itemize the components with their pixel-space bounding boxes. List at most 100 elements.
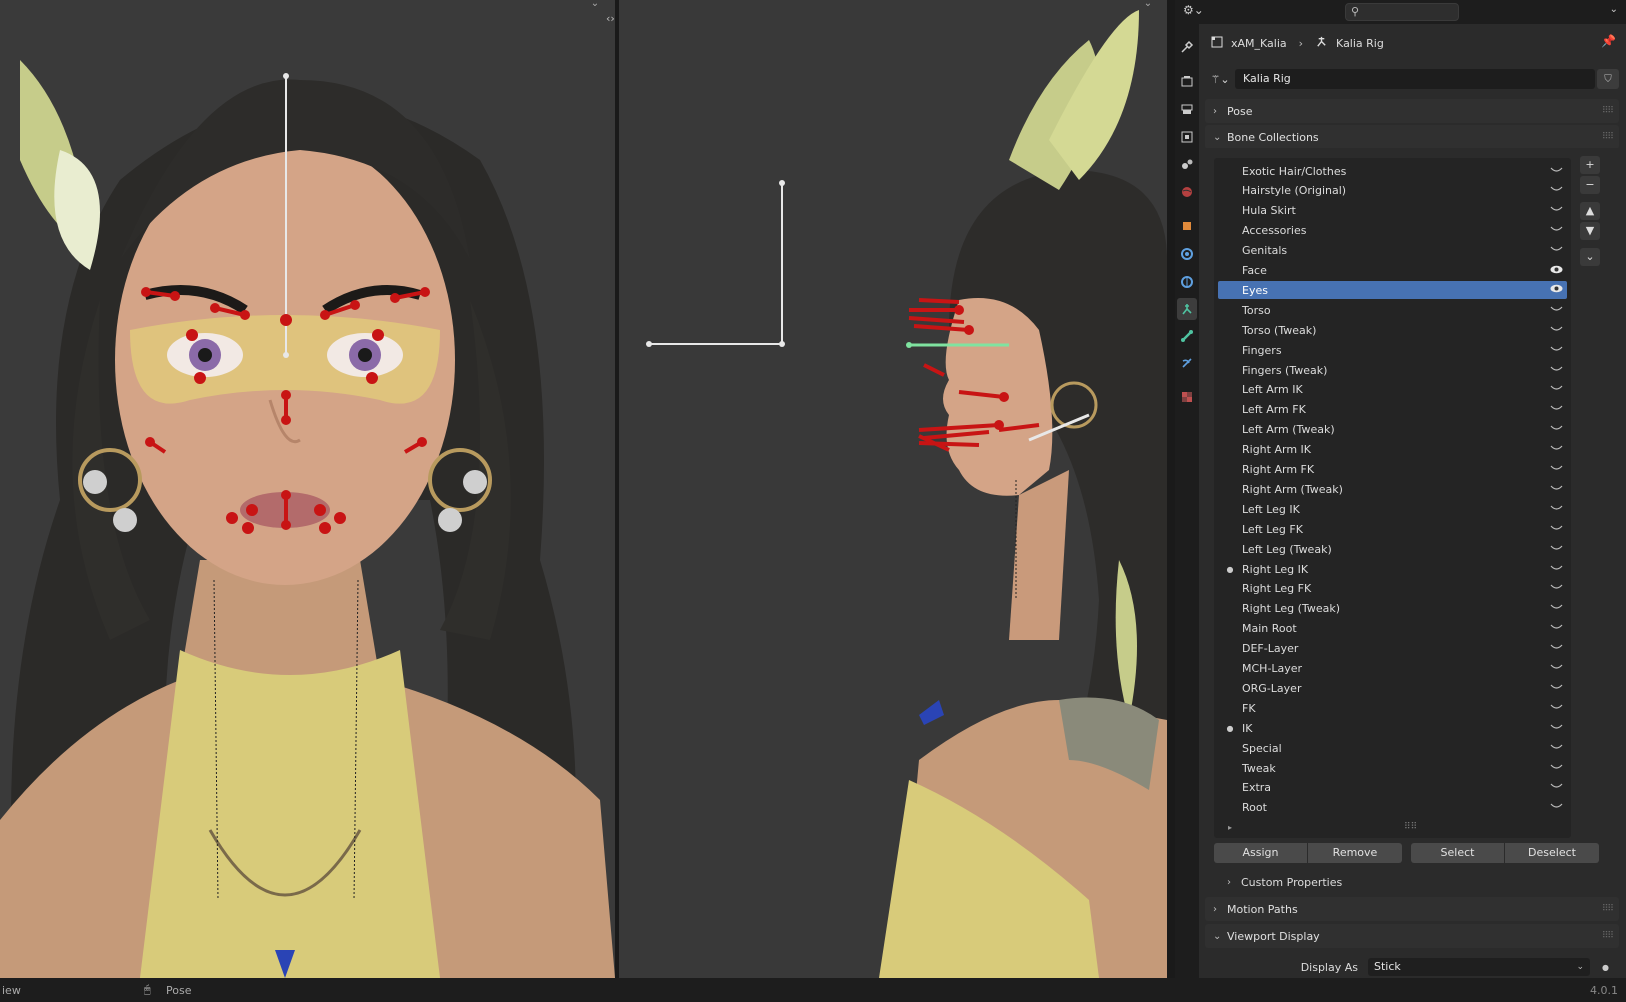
eye-closed-icon[interactable]: [1545, 663, 1567, 674]
panel-viewport-display[interactable]: ⌄ Viewport Display ⠿⠿: [1205, 924, 1619, 948]
tool-tab-icon[interactable]: [1177, 36, 1197, 58]
search-field[interactable]: ⚲: [1345, 3, 1459, 21]
physics-tab-icon[interactable]: [1177, 271, 1197, 293]
bone-collection-row[interactable]: Right Leg FK: [1218, 580, 1567, 598]
eye-closed-icon[interactable]: [1545, 225, 1567, 236]
eye-closed-icon[interactable]: [1545, 166, 1567, 177]
eye-open-icon[interactable]: [1545, 284, 1567, 296]
eye-closed-icon[interactable]: [1545, 464, 1567, 475]
eye-closed-icon[interactable]: [1545, 524, 1567, 535]
bone-collection-row[interactable]: Face: [1218, 262, 1567, 280]
eye-closed-icon[interactable]: [1545, 564, 1567, 575]
eye-closed-icon[interactable]: [1545, 583, 1567, 594]
area-splitter[interactable]: [1167, 0, 1175, 978]
bone-collection-row[interactable]: Special: [1218, 739, 1567, 757]
bone-collection-row[interactable]: Fingers: [1218, 341, 1567, 359]
render-tab-icon[interactable]: [1177, 70, 1197, 92]
breadcrumb-armature[interactable]: Kalia Rig: [1315, 35, 1384, 51]
eye-closed-icon[interactable]: [1545, 384, 1567, 395]
eye-closed-icon[interactable]: [1545, 683, 1567, 694]
view-layer-tab-icon[interactable]: [1177, 126, 1197, 148]
eye-open-icon[interactable]: [1545, 265, 1567, 277]
scene-tab-icon[interactable]: [1177, 153, 1197, 175]
armature-name-field[interactable]: Kalia Rig: [1235, 69, 1595, 89]
eye-closed-icon[interactable]: [1545, 763, 1567, 774]
eye-closed-icon[interactable]: [1545, 365, 1567, 376]
bone-collection-row[interactable]: Tweak: [1218, 759, 1567, 777]
bone-collection-row[interactable]: Right Arm IK: [1218, 441, 1567, 459]
bone-collection-row[interactable]: MCH-Layer: [1218, 660, 1567, 678]
eye-closed-icon[interactable]: [1545, 504, 1567, 515]
bone-collection-row[interactable]: Right Arm (Tweak): [1218, 480, 1567, 498]
world-tab-icon[interactable]: [1177, 181, 1197, 203]
search-input[interactable]: [1346, 4, 1458, 20]
eye-closed-icon[interactable]: [1545, 305, 1567, 316]
eye-closed-icon[interactable]: [1545, 603, 1567, 614]
bone-collection-row[interactable]: ● Right Leg IK: [1218, 560, 1567, 578]
bone-collection-row[interactable]: Left Arm (Tweak): [1218, 421, 1567, 439]
deselect-button[interactable]: Deselect: [1505, 843, 1599, 863]
drag-grip-icon[interactable]: ⠿⠿: [1602, 931, 1614, 941]
viewport-front[interactable]: ⌄: [0, 0, 615, 978]
select-button[interactable]: Select: [1411, 843, 1504, 863]
eye-closed-icon[interactable]: [1545, 643, 1567, 654]
remove-collection-button[interactable]: −: [1580, 176, 1600, 194]
viewport-header-toggle[interactable]: ⌄: [588, 0, 602, 10]
eye-closed-icon[interactable]: [1545, 782, 1567, 793]
bone-collection-row[interactable]: DEF-Layer: [1218, 640, 1567, 658]
panel-pose[interactable]: › Pose ⠿⠿: [1205, 99, 1619, 123]
panel-motion-paths[interactable]: › Motion Paths ⠿⠿: [1205, 897, 1619, 921]
remove-button[interactable]: Remove: [1308, 843, 1402, 863]
viewport-header-toggle-right[interactable]: ⌄: [1141, 0, 1155, 10]
header-chevron-icon[interactable]: ⌄: [1610, 4, 1618, 15]
breadcrumb-object[interactable]: xAM_Kalia: [1211, 36, 1287, 51]
subpanel-custom-properties[interactable]: › Custom Properties: [1213, 872, 1611, 892]
bone-collection-row[interactable]: Eyes: [1218, 281, 1567, 300]
bone-collection-row[interactable]: Left Leg FK: [1218, 520, 1567, 538]
eye-closed-icon[interactable]: [1545, 185, 1567, 196]
pin-icon[interactable]: 📌: [1601, 34, 1616, 48]
editor-type-icon[interactable]: ⚙⌄: [1183, 3, 1213, 21]
bone-collection-row[interactable]: Main Root: [1218, 620, 1567, 638]
texture-tab-icon[interactable]: [1177, 386, 1197, 408]
bone-collection-row[interactable]: Exotic Hair/Clothes: [1218, 162, 1567, 180]
bone-collection-row[interactable]: Accessories: [1218, 222, 1567, 240]
eye-closed-icon[interactable]: [1545, 544, 1567, 555]
bone-collection-row[interactable]: ORG-Layer: [1218, 679, 1567, 697]
bone-collection-row[interactable]: Extra: [1218, 779, 1567, 797]
add-collection-button[interactable]: +: [1580, 156, 1600, 174]
bone-collection-row[interactable]: Root: [1218, 799, 1567, 817]
bone-collection-row[interactable]: Left Leg IK: [1218, 500, 1567, 518]
eye-closed-icon[interactable]: [1545, 802, 1567, 813]
bone-collection-row[interactable]: Torso: [1218, 301, 1567, 319]
bone-constraint-tab-icon[interactable]: [1177, 352, 1197, 374]
eye-closed-icon[interactable]: [1545, 205, 1567, 216]
bone-collection-row[interactable]: Left Leg (Tweak): [1218, 540, 1567, 558]
viewport-side[interactable]: ⌄: [619, 0, 1167, 978]
bone-collection-row[interactable]: Hairstyle (Original): [1218, 182, 1567, 200]
bone-tab-icon[interactable]: [1177, 325, 1197, 347]
keyframe-dot-icon[interactable]: ●: [1602, 963, 1609, 972]
modifier-tab-icon[interactable]: [1177, 243, 1197, 265]
eye-closed-icon[interactable]: [1545, 484, 1567, 495]
drag-grip-icon[interactable]: ⠿⠿: [1602, 904, 1614, 914]
eye-closed-icon[interactable]: [1545, 404, 1567, 415]
bone-collection-row[interactable]: Left Arm IK: [1218, 381, 1567, 399]
list-menu-chevron-icon[interactable]: ⌄: [1580, 248, 1600, 266]
eye-closed-icon[interactable]: [1545, 444, 1567, 455]
eye-closed-icon[interactable]: [1545, 743, 1567, 754]
drag-grip-icon[interactable]: ⠿⠿: [1602, 132, 1614, 142]
armature-data-browse-icon[interactable]: ⚚⌄: [1205, 69, 1235, 89]
list-resize-grip-icon[interactable]: ⠿⠿: [1404, 822, 1417, 832]
eye-closed-icon[interactable]: [1545, 623, 1567, 634]
armature-data-tab-icon[interactable]: [1177, 298, 1197, 320]
bone-collection-row[interactable]: Hula Skirt: [1218, 202, 1567, 220]
display-as-select[interactable]: Stick ⌄: [1368, 958, 1590, 976]
eye-closed-icon[interactable]: [1545, 325, 1567, 336]
output-tab-icon[interactable]: [1177, 98, 1197, 120]
move-up-button[interactable]: ▲: [1580, 202, 1600, 220]
bone-collection-row[interactable]: FK: [1218, 699, 1567, 717]
bone-collection-row[interactable]: Right Leg (Tweak): [1218, 600, 1567, 618]
eye-closed-icon[interactable]: [1545, 723, 1567, 734]
drag-grip-icon[interactable]: ⠿⠿: [1602, 106, 1614, 116]
